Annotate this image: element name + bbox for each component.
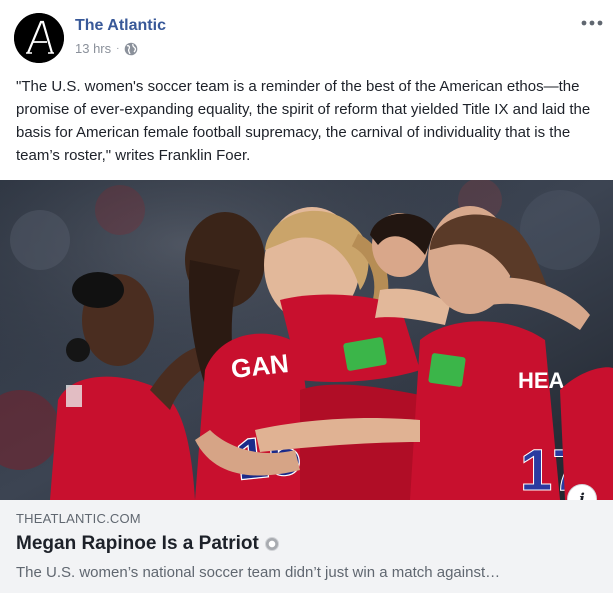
post-photo[interactable]: GAN 15 HEA 17 [0, 180, 613, 500]
page-name-link[interactable]: The Atlantic [75, 17, 166, 35]
jersey-name-right: HEA [518, 368, 565, 393]
post-meta: 13 hrs · [75, 41, 138, 56]
link-title[interactable]: Megan Rapinoe Is a Patriot [16, 533, 279, 555]
soccer-team-celebration-image: GAN 15 HEA 17 [0, 180, 613, 500]
link-description: The U.S. women’s national soccer team di… [16, 564, 501, 581]
link-title-text: Megan Rapinoe Is a Patriot [16, 533, 259, 554]
post-timestamp[interactable]: 13 hrs [75, 41, 111, 56]
more-options-icon[interactable] [581, 12, 603, 34]
meta-separator: · [116, 43, 120, 54]
facebook-post: The Atlantic 13 hrs · "The U.S. women's … [0, 0, 613, 593]
jersey-name-left: GAN [229, 348, 290, 384]
link-domain: THEATLANTIC.COM [16, 511, 141, 526]
page-avatar[interactable] [14, 13, 64, 63]
globe-icon[interactable] [124, 42, 138, 56]
atlantic-logo-icon [14, 13, 64, 63]
post-text: "The U.S. women's soccer team is a remin… [16, 78, 591, 164]
loading-spinner-icon [264, 537, 279, 551]
link-preview[interactable]: THEATLANTIC.COM Megan Rapinoe Is a Patri… [0, 500, 613, 593]
